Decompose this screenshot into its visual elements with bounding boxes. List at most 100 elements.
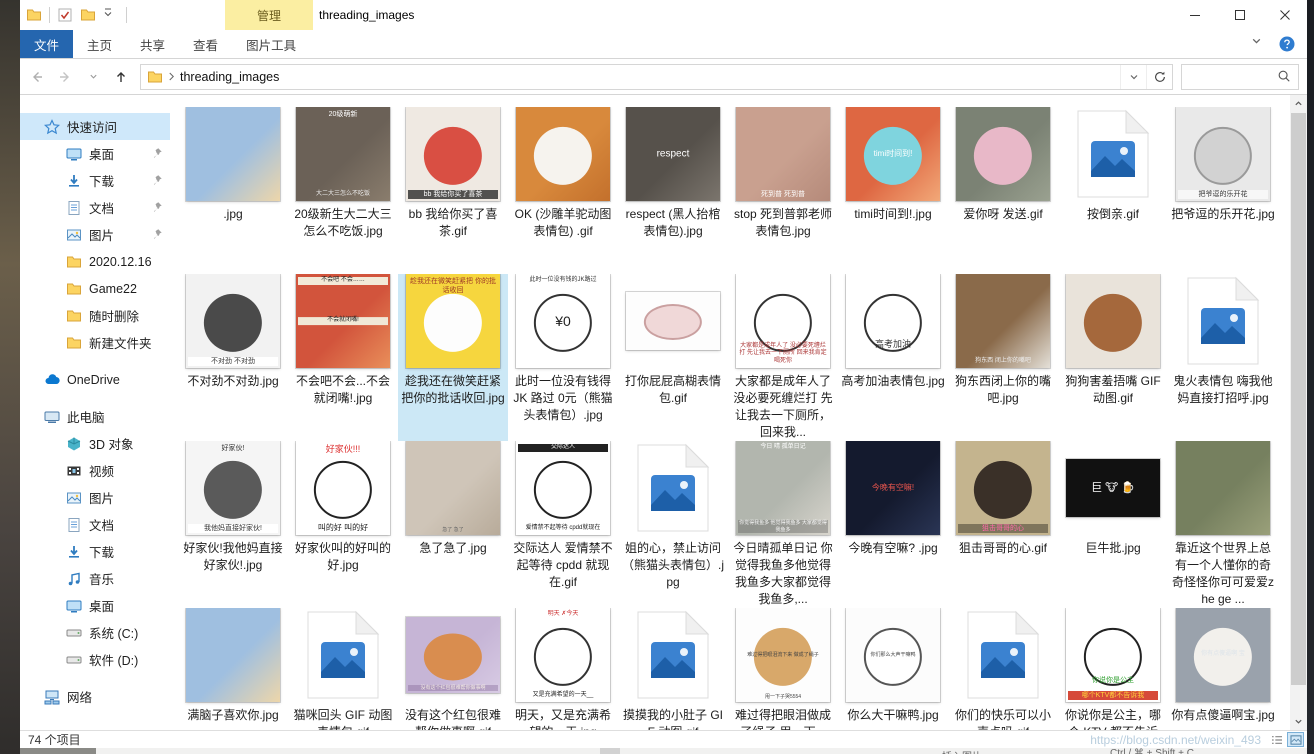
customize-toolbar-chevron-icon[interactable] xyxy=(103,7,119,23)
file-item[interactable]: 把爷逗的乐开花 把爷逗的乐开花.jpg xyxy=(1168,107,1278,274)
ribbon-tab[interactable]: 图片工具 xyxy=(232,30,310,58)
file-item[interactable]: 死到普 死到普 stop 死到普郭老师表情包.jpg xyxy=(728,107,838,274)
thumbnail-box xyxy=(181,608,285,702)
sidebar-item[interactable]: 快速访问 xyxy=(20,113,170,140)
sidebar-item[interactable]: 新建文件夹 xyxy=(20,329,170,356)
file-item[interactable]: 巨 🐮 🍺 巨牛批.jpg xyxy=(1058,441,1168,608)
vertical-scrollbar[interactable] xyxy=(1290,95,1307,730)
file-item[interactable]: 急了 急了 急了急了.jpg xyxy=(398,441,508,608)
file-item[interactable]: bb 我给你买了喜茶 bb 我给你买了喜茶.gif xyxy=(398,107,508,274)
music-icon xyxy=(66,571,82,587)
refresh-button[interactable] xyxy=(1146,65,1172,89)
file-item[interactable]: 不会吧 不会……不会就闭嘴! 不会吧不会...不会就闭嘴!.jpg xyxy=(288,274,398,441)
sidebar-item[interactable]: 图片 xyxy=(20,221,170,248)
file-item[interactable]: 鬼火表情包 嗨我他妈直接打招呼.jpg xyxy=(1168,274,1278,441)
file-item[interactable]: 高考加油 高考加油表情包.jpg xyxy=(838,274,948,441)
sidebar-item[interactable]: 文档 xyxy=(20,194,170,221)
new-folder-icon[interactable] xyxy=(80,7,96,23)
close-button[interactable] xyxy=(1262,0,1307,30)
ribbon-tab[interactable]: 共享 xyxy=(126,30,179,58)
file-item[interactable]: 猫咪回头 GIF 动图表情包.gif xyxy=(288,608,398,730)
file-item[interactable]: 打你屁屁高糊表情包.gif xyxy=(618,274,728,441)
file-item[interactable]: 大家都是成年人了 没必要死缠烂打 先让我去一下厕所 回来我肯定喝死你 大家都是成… xyxy=(728,274,838,441)
file-item[interactable]: 难过得把眼泪流下来 做成了绳子甩一下子哭5554 难过得把眼泪做成了绳子 甩一下… xyxy=(728,608,838,730)
file-item[interactable]: 姐的心，禁止访问（熊猫头表情包）.jpg xyxy=(618,441,728,608)
file-item[interactable]: 20级萌新大二大三怎么不吃饭 20级新生大二大三怎么不吃饭.jpg xyxy=(288,107,398,274)
file-item[interactable]: 你们的快乐可以小声点吗.gif xyxy=(948,608,1058,730)
file-item[interactable]: respect respect (黑人抬棺表情包).jpg xyxy=(618,107,728,274)
help-icon[interactable] xyxy=(1279,36,1295,52)
details-view-icon[interactable] xyxy=(1268,732,1285,747)
scrollbar-thumb[interactable] xyxy=(1291,113,1306,685)
file-item[interactable]: 你说你是公主哪个KTV都不告诉我 你说你是公主，哪个 KTV 都不告诉我.jpg xyxy=(1058,608,1168,730)
sidebar-item[interactable]: 系统 (C:) xyxy=(20,619,170,646)
contextual-tab-header[interactable]: 管理 xyxy=(225,0,313,30)
sidebar-item[interactable]: Game22 xyxy=(20,275,170,302)
sidebar-item[interactable]: 2020.12.16 xyxy=(20,248,170,275)
sidebar-item[interactable]: 音乐 xyxy=(20,565,170,592)
thumbnail-view-icon[interactable] xyxy=(1287,732,1304,747)
sidebar-item[interactable]: 桌面 xyxy=(20,140,170,167)
file-item[interactable]: 摸摸我的小肚子 GIF 动图.gif xyxy=(618,608,728,730)
file-item[interactable]: OK (沙雕羊驼动图表情包) .gif xyxy=(508,107,618,274)
breadcrumb[interactable]: threading_images xyxy=(141,65,1120,89)
maximize-button[interactable] xyxy=(1217,0,1262,30)
file-item[interactable]: 明天 ✗今天又是充满希望的一天__ 明天，又是充满希望的一天.jpg xyxy=(508,608,618,730)
sidebar-item[interactable]: 图片 xyxy=(20,484,170,511)
sidebar-item[interactable]: 文档 xyxy=(20,511,170,538)
thumbnail-box: 急了 急了 xyxy=(401,441,505,535)
file-item[interactable]: 好家伙!我他妈直接好家伙! 好家伙!我他妈直接好家伙!.jpg xyxy=(178,441,288,608)
thumbnail-subject-shape xyxy=(644,304,702,340)
sidebar-item[interactable]: 随时删除 xyxy=(20,302,170,329)
minimize-button[interactable] xyxy=(1172,0,1217,30)
file-item[interactable]: 狗东西 闭上你的嘴吧 狗东西闭上你的嘴吧.jpg xyxy=(948,274,1058,441)
file-item[interactable]: 今晚有空嘛! 今晚有空嘛? .jpg xyxy=(838,441,948,608)
file-item[interactable]: 靠近这个世界上总有一个人懂你的奇奇怪怪你可可爱爱zhe ge ... xyxy=(1168,441,1278,608)
file-item[interactable]: 趁我还在微笑赶紧把 你的批话收回 趁我还在微笑赶紧把你的批话收回.jpg xyxy=(398,274,508,441)
sidebar-item[interactable]: OneDrive xyxy=(20,366,170,393)
file-item[interactable]: 你们那么大声干嘛鸭 你么大干嘛鸭.jpg xyxy=(838,608,948,730)
scroll-up-arrow-icon[interactable] xyxy=(1290,95,1307,112)
file-item[interactable]: 你有点傻逼啊 宝 你有点傻逼啊宝.jpg xyxy=(1168,608,1278,730)
back-button[interactable] xyxy=(24,64,50,90)
sidebar-item[interactable]: 软件 (D:) xyxy=(20,646,170,673)
file-item[interactable]: 没有这个红包很难帮你做事啊 没有这个红包很难帮你做事啊.gif xyxy=(398,608,508,730)
up-button[interactable] xyxy=(108,64,134,90)
sidebar-item-label: 快速访问 xyxy=(67,117,117,136)
file-item[interactable]: 狗狗害羞捂嘴 GIF 动图.gif xyxy=(1058,274,1168,441)
sidebar-item[interactable]: 视频 xyxy=(20,457,170,484)
thumbnail-box xyxy=(621,274,725,368)
forward-button[interactable] xyxy=(52,64,78,90)
file-item[interactable]: 按倒亲.gif xyxy=(1058,107,1168,274)
sidebar-item[interactable]: 3D 对象 xyxy=(20,430,170,457)
collapse-ribbon-chevron-icon[interactable] xyxy=(1251,36,1267,52)
recent-locations-chevron-icon[interactable] xyxy=(80,64,106,90)
address-box[interactable]: threading_images xyxy=(140,64,1173,90)
ribbon-tab[interactable]: 主页 xyxy=(73,30,126,58)
file-item[interactable]: 今日 晴 孤单日记你觉得我鱼多 他觉得我鱼多 大家都觉得我鱼多 今日晴孤单日记 … xyxy=(728,441,838,608)
file-item[interactable]: .jpg xyxy=(178,107,288,274)
breadcrumb-path[interactable]: threading_images xyxy=(180,70,279,84)
file-item[interactable]: timi时间到! timi时间到!.jpg xyxy=(838,107,948,274)
search-icon[interactable] xyxy=(1277,69,1293,85)
file-item[interactable]: 此时一位没有钱的JK路过¥0 此时一位没有钱得 JK 路过 0元（熊猫头表情包）… xyxy=(508,274,618,441)
sidebar-item[interactable]: 桌面 xyxy=(20,592,170,619)
file-item[interactable]: 爱你呀 发送.gif xyxy=(948,107,1058,274)
sidebar-item[interactable]: 下载 xyxy=(20,167,170,194)
search-input[interactable] xyxy=(1182,70,1277,84)
ribbon-tab[interactable]: 查看 xyxy=(179,30,232,58)
file-item[interactable]: 不对劲 不对劲 不对劲不对劲.jpg xyxy=(178,274,288,441)
sidebar-item[interactable]: 网络 xyxy=(20,683,170,710)
address-history-chevron-icon[interactable] xyxy=(1120,65,1146,89)
file-item[interactable]: 狙击哥哥的心 狙击哥哥的心.gif xyxy=(948,441,1058,608)
thumbnail-box xyxy=(181,107,285,201)
sidebar-item[interactable]: 下载 xyxy=(20,538,170,565)
scroll-down-arrow-icon[interactable] xyxy=(1290,713,1307,730)
ribbon-tab-active[interactable]: 文件 xyxy=(20,30,73,58)
file-item[interactable]: 满脑子喜欢你.jpg xyxy=(178,608,288,730)
file-item[interactable]: 好家伙!!!叫的好 叫的好 好家伙叫的好叫的好.jpg xyxy=(288,441,398,608)
sidebar-item[interactable]: 此电脑 xyxy=(20,403,170,430)
properties-check-icon[interactable] xyxy=(57,7,73,23)
file-item[interactable]: 交际达人爱情禁不起等待 cpdd就现在 交际达人 爱情禁不起等待 cpdd 就现… xyxy=(508,441,618,608)
search-box[interactable] xyxy=(1181,64,1299,90)
